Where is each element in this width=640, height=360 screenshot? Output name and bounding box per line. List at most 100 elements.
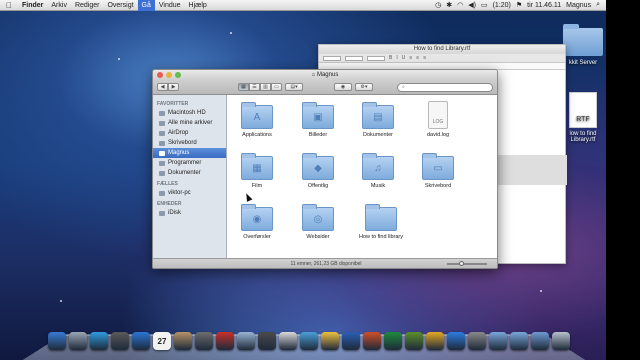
forward-button[interactable]: ▶ [168,83,179,91]
sidebar-item-label: Alle mine arkiver [168,120,213,126]
timemachine-icon[interactable]: ◷ [435,1,441,9]
align-left-icon[interactable]: ≡ [409,55,412,61]
game-icon[interactable] [258,332,276,350]
safari-icon[interactable] [90,332,108,350]
search-field[interactable]: ⌕ [397,82,493,92]
file-item-sites[interactable]: ◎ Websider [291,204,345,240]
zoom-button[interactable] [175,72,181,78]
finder-window[interactable]: ⌂ Magnus ◀ ▶ ▦ ☰ ▥ ▭ ▤▾ ◉ ⚙▾ ⌕ FAVORITTE… [152,69,498,269]
clock[interactable]: tir 11.46.11 [527,2,561,9]
list-view-button[interactable]: ☰ [249,83,260,91]
arrange-button[interactable]: ▤▾ [285,83,303,91]
minecraft-icon[interactable] [405,332,423,350]
sidebar-item-viktor-pc[interactable]: viktor-pc [153,188,226,198]
desktop-icon-rtf[interactable]: RTF low to find Library.rtf [560,92,606,143]
file-item-public[interactable]: ◆ Offentlig [291,153,345,189]
coverflow-view-button[interactable]: ▭ [271,83,282,91]
sidebar-item-applications[interactable]: Programmer [153,158,226,168]
folder-icon[interactable] [489,332,507,350]
chrome-icon[interactable] [426,332,444,350]
battery-icon[interactable]: ▭ [481,1,488,9]
bluetooth-icon[interactable]: ✱ [446,1,452,9]
word-icon[interactable] [342,332,360,350]
photo-icon[interactable] [111,332,129,350]
nav-buttons: ◀ ▶ [157,83,179,91]
idisk-icon [159,210,165,216]
ical-icon[interactable] [279,332,297,350]
app-icon[interactable] [321,332,339,350]
user-menu[interactable]: Magnus [566,2,591,9]
spotlight-icon[interactable]: ⌕ [596,1,600,9]
icon-size-slider[interactable] [447,261,487,266]
slider-thumb[interactable] [459,261,464,266]
flag-icon[interactable]: ⚑ [516,1,522,9]
launchpad-icon[interactable] [69,332,87,350]
preview-icon[interactable] [195,332,213,350]
sidebar-item-magnus[interactable]: Magnus [153,148,226,158]
menu-finder[interactable]: Finder [18,0,47,11]
file-item-applications[interactable]: A Applications [230,102,284,138]
file-item-pictures[interactable]: ▣ Billeder [291,102,345,138]
desktop-icon-server[interactable]: kkit Server [560,24,606,66]
menu-oversigt[interactable]: Oversigt [103,0,137,11]
file-item-documents[interactable]: ▤ Dokumenter [351,102,405,138]
quicklook-button[interactable]: ◉ [334,83,352,91]
sidebar-item-desktop[interactable]: Skrivebord [153,138,226,148]
sidebar-item-macintosh-hd[interactable]: Macintosh HD [153,108,226,118]
menu-rediger[interactable]: Rediger [71,0,104,11]
style-select[interactable] [345,55,363,61]
downloads-folder-icon: ◉ [241,204,273,231]
finder-titlebar[interactable]: ⌂ Magnus [153,70,497,80]
excel-icon[interactable] [384,332,402,350]
file-grid[interactable]: A Applications ▣ Billeder ▤ Dokumenter L… [227,95,497,260]
close-button[interactable] [157,72,163,78]
system-preferences-icon[interactable] [468,332,486,350]
underline-icon[interactable]: U [402,55,406,61]
downloads-icon[interactable] [531,332,549,350]
iphoto-icon[interactable] [300,332,318,350]
sidebar-item-label: Dokumenter [168,170,201,176]
file-item-how-to-find-library[interactable]: How to find library [351,204,411,240]
bold-icon[interactable]: B [389,55,392,61]
italic-icon[interactable]: I [396,55,397,61]
file-item-desktop[interactable]: ▭ Skrivebord [411,153,465,189]
align-right-icon[interactable]: ≡ [423,55,426,61]
apple-icon[interactable]:  [0,1,18,10]
menu-vindue[interactable]: Vindue [155,0,185,11]
font-select[interactable] [323,55,341,61]
trash-icon[interactable] [552,332,570,350]
sidebar-item-all-files[interactable]: Alle mine arkiver [153,118,226,128]
column-view-button[interactable]: ▥ [260,83,271,91]
app-store-icon[interactable] [447,332,465,350]
size-select[interactable] [367,55,385,61]
menu-gaa[interactable]: Gå [137,0,155,11]
photobooth-icon[interactable] [216,332,234,350]
menu-arkiv[interactable]: Arkiv [47,0,71,11]
menu-hjaelp[interactable]: Hjælp [185,0,211,11]
sidebar-item-idisk[interactable]: iDisk [153,208,226,218]
icon-view-button[interactable]: ▦ [238,83,249,91]
back-button[interactable]: ◀ [157,83,168,91]
status-text: 11 emner, 261,23 GB disponibel [290,261,362,267]
file-item-movies[interactable]: ▦ Film [230,153,284,189]
action-button[interactable]: ⚙▾ [355,83,373,91]
minimize-button[interactable] [166,72,172,78]
folder-icon [563,24,603,56]
addressbook-icon[interactable] [174,332,192,350]
file-item-david-log[interactable]: LOG david.log [411,101,465,138]
itunes-icon[interactable] [132,332,150,350]
volume-icon[interactable]: ◀) [468,1,476,9]
powerpoint-icon[interactable] [363,332,381,350]
file-item-music[interactable]: ♫ Musik [351,153,405,189]
wifi-icon[interactable]: ◠ [457,1,463,9]
desktop[interactable]:  Finder Arkiv Rediger Oversigt Gå Vindu… [0,0,606,360]
align-center-icon[interactable]: ≡ [416,55,419,61]
finder-icon[interactable] [48,332,66,350]
file-item-downloads[interactable]: ◉ Overførsler [230,204,284,240]
calendar-icon[interactable]: 27 [153,332,171,350]
sidebar-item-label: Magnus [168,150,190,156]
sidebar-item-airdrop[interactable]: AirDrop [153,128,226,138]
sidebar-item-documents[interactable]: Dokumenter [153,168,226,178]
folder-icon[interactable] [510,332,528,350]
mail-icon[interactable] [237,332,255,350]
